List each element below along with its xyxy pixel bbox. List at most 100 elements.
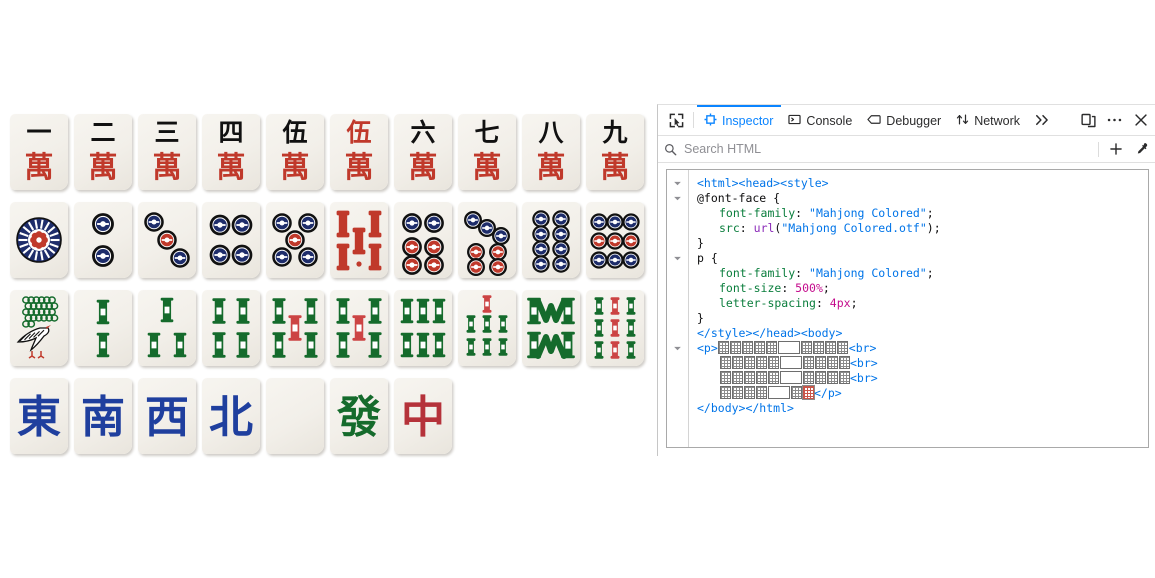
debugger-icon <box>867 113 881 129</box>
meatball-menu-icon[interactable] <box>1101 105 1127 135</box>
code-line[interactable]: <html><head><style> <box>697 176 1148 191</box>
close-icon[interactable] <box>1127 105 1155 135</box>
twisty-toggle-icon[interactable] <box>667 176 688 191</box>
code-line[interactable]: font-family: "Mahjong Colored"; <box>697 266 1148 281</box>
code-line[interactable]: <br> <box>697 356 1148 371</box>
eyedropper-icon[interactable] <box>1129 142 1155 156</box>
twisty-spacer <box>667 311 688 326</box>
code-line[interactable]: } <box>697 236 1148 251</box>
code-line[interactable]: </style></head><body> <box>697 326 1148 341</box>
twisty-toggle-icon[interactable] <box>667 251 688 266</box>
code-line[interactable]: } <box>697 311 1148 326</box>
code-token-tag: </style></head><body> <box>697 326 843 340</box>
tile-sou-4 <box>200 288 264 368</box>
tile-glyph <box>458 202 516 278</box>
code-line[interactable]: @font-face { <box>697 191 1148 206</box>
tile-glyph <box>266 202 324 278</box>
twisty-spacer <box>667 386 688 401</box>
missing-glyph-box <box>838 356 850 369</box>
twisty-spacer <box>667 281 688 296</box>
missing-glyph-box <box>826 356 838 369</box>
tab-inspector[interactable]: Inspector <box>697 105 782 135</box>
code-token-str: "Mahjong Colored" <box>809 266 927 280</box>
tile-pin-7 <box>456 200 520 280</box>
svg-text:萬: 萬 <box>536 150 565 184</box>
svg-text:二: 二 <box>90 118 115 147</box>
missing-glyph-box <box>767 371 779 384</box>
tile-sou-1 <box>8 288 72 368</box>
svg-text:伍: 伍 <box>282 118 307 147</box>
tile-man-5-red: 伍萬 <box>328 112 392 192</box>
toolbar-right-group <box>1075 105 1155 135</box>
plus-icon[interactable] <box>1103 142 1129 156</box>
code-line[interactable]: </p> <box>697 385 1148 401</box>
tile-sou-5 <box>264 288 328 368</box>
element-picker-icon[interactable] <box>662 105 690 135</box>
tile-glyph: 八萬 <box>522 114 580 190</box>
tab-debugger[interactable]: Debugger <box>860 105 949 135</box>
code-line[interactable]: <br> <box>697 371 1148 386</box>
svg-text:中: 中 <box>401 392 445 443</box>
missing-glyph-box <box>813 341 825 354</box>
missing-glyph-box <box>802 371 814 384</box>
tile-glyph <box>522 290 580 366</box>
missing-glyph-box <box>838 371 850 384</box>
code-line[interactable]: letter-spacing: 4px; <box>697 296 1148 311</box>
markup-view[interactable]: <html><head><style> @font-face {font-fami… <box>666 169 1149 448</box>
svg-text:四: 四 <box>218 118 243 147</box>
code-line[interactable]: font-family: "Mahjong Colored"; <box>697 206 1148 221</box>
search-input[interactable] <box>682 142 1094 156</box>
responsive-design-mode-icon[interactable] <box>1075 105 1101 135</box>
missing-glyph-box <box>719 356 731 369</box>
tile-dragon-green: 發 <box>328 376 392 456</box>
missing-glyph-box <box>731 371 743 384</box>
code-token-atrule: @font-face { <box>697 191 781 205</box>
code-token-punc: ; <box>850 296 858 310</box>
tile-glyph <box>458 290 516 366</box>
tile-row-bamboo <box>8 288 648 376</box>
missing-glyph-box <box>766 341 778 354</box>
tile-glyph: 四萬 <box>202 114 260 190</box>
tile-man-7: 七萬 <box>456 112 520 192</box>
tile-glyph <box>330 202 388 278</box>
code-token-prop: font-family <box>719 206 796 220</box>
tile-glyph <box>138 202 196 278</box>
tile-glyph: 伍萬 <box>266 114 324 190</box>
tile-man-1: 一萬 <box>8 112 72 192</box>
svg-text:南: 南 <box>81 392 125 443</box>
chevron-double-right-icon[interactable] <box>1028 105 1058 135</box>
code-line[interactable]: src: url("Mahjong Colored.otf"); <box>697 221 1148 236</box>
missing-glyph-box <box>779 371 802 384</box>
twisty-toggle-icon[interactable] <box>667 191 688 206</box>
tile-glyph: 發 <box>330 378 388 454</box>
missing-glyph-box <box>837 341 849 354</box>
svg-text:西: 西 <box>145 392 189 443</box>
tile-glyph <box>330 290 388 366</box>
code-token-punc: ; <box>926 266 934 280</box>
code-token-punc: : <box>815 296 830 310</box>
missing-glyph-box <box>814 371 826 384</box>
tile-row-circles <box>8 200 648 288</box>
tile-glyph <box>394 290 452 366</box>
code-line[interactable]: </body></html> <box>697 401 1148 416</box>
tile-row-honors: 東南西北 發中 <box>8 376 648 464</box>
tile-glyph <box>10 202 68 278</box>
missing-glyph-box <box>754 341 766 354</box>
code-line[interactable]: font-size: 500%; <box>697 281 1148 296</box>
tile-glyph <box>74 202 132 278</box>
tile-glyph: 伍萬 <box>330 114 388 190</box>
tab-console[interactable]: Console <box>781 105 860 135</box>
html-code-lines[interactable]: <html><head><style> @font-face {font-fami… <box>689 170 1148 447</box>
missing-glyph-box <box>755 386 767 399</box>
code-token-prop: font-family <box>719 266 796 280</box>
code-line[interactable]: <p> <br> <box>697 341 1148 356</box>
code-line[interactable]: p { <box>697 251 1148 266</box>
tile-glyph: 九萬 <box>586 114 644 190</box>
twisty-spacer <box>667 221 688 236</box>
twisty-toggle-icon[interactable] <box>667 341 688 356</box>
svg-text:一: 一 <box>26 118 51 147</box>
tile-pin-2 <box>72 200 136 280</box>
tab-network[interactable]: Network <box>949 105 1028 135</box>
svg-text:六: 六 <box>410 118 435 147</box>
twisty-spacer <box>667 401 688 416</box>
